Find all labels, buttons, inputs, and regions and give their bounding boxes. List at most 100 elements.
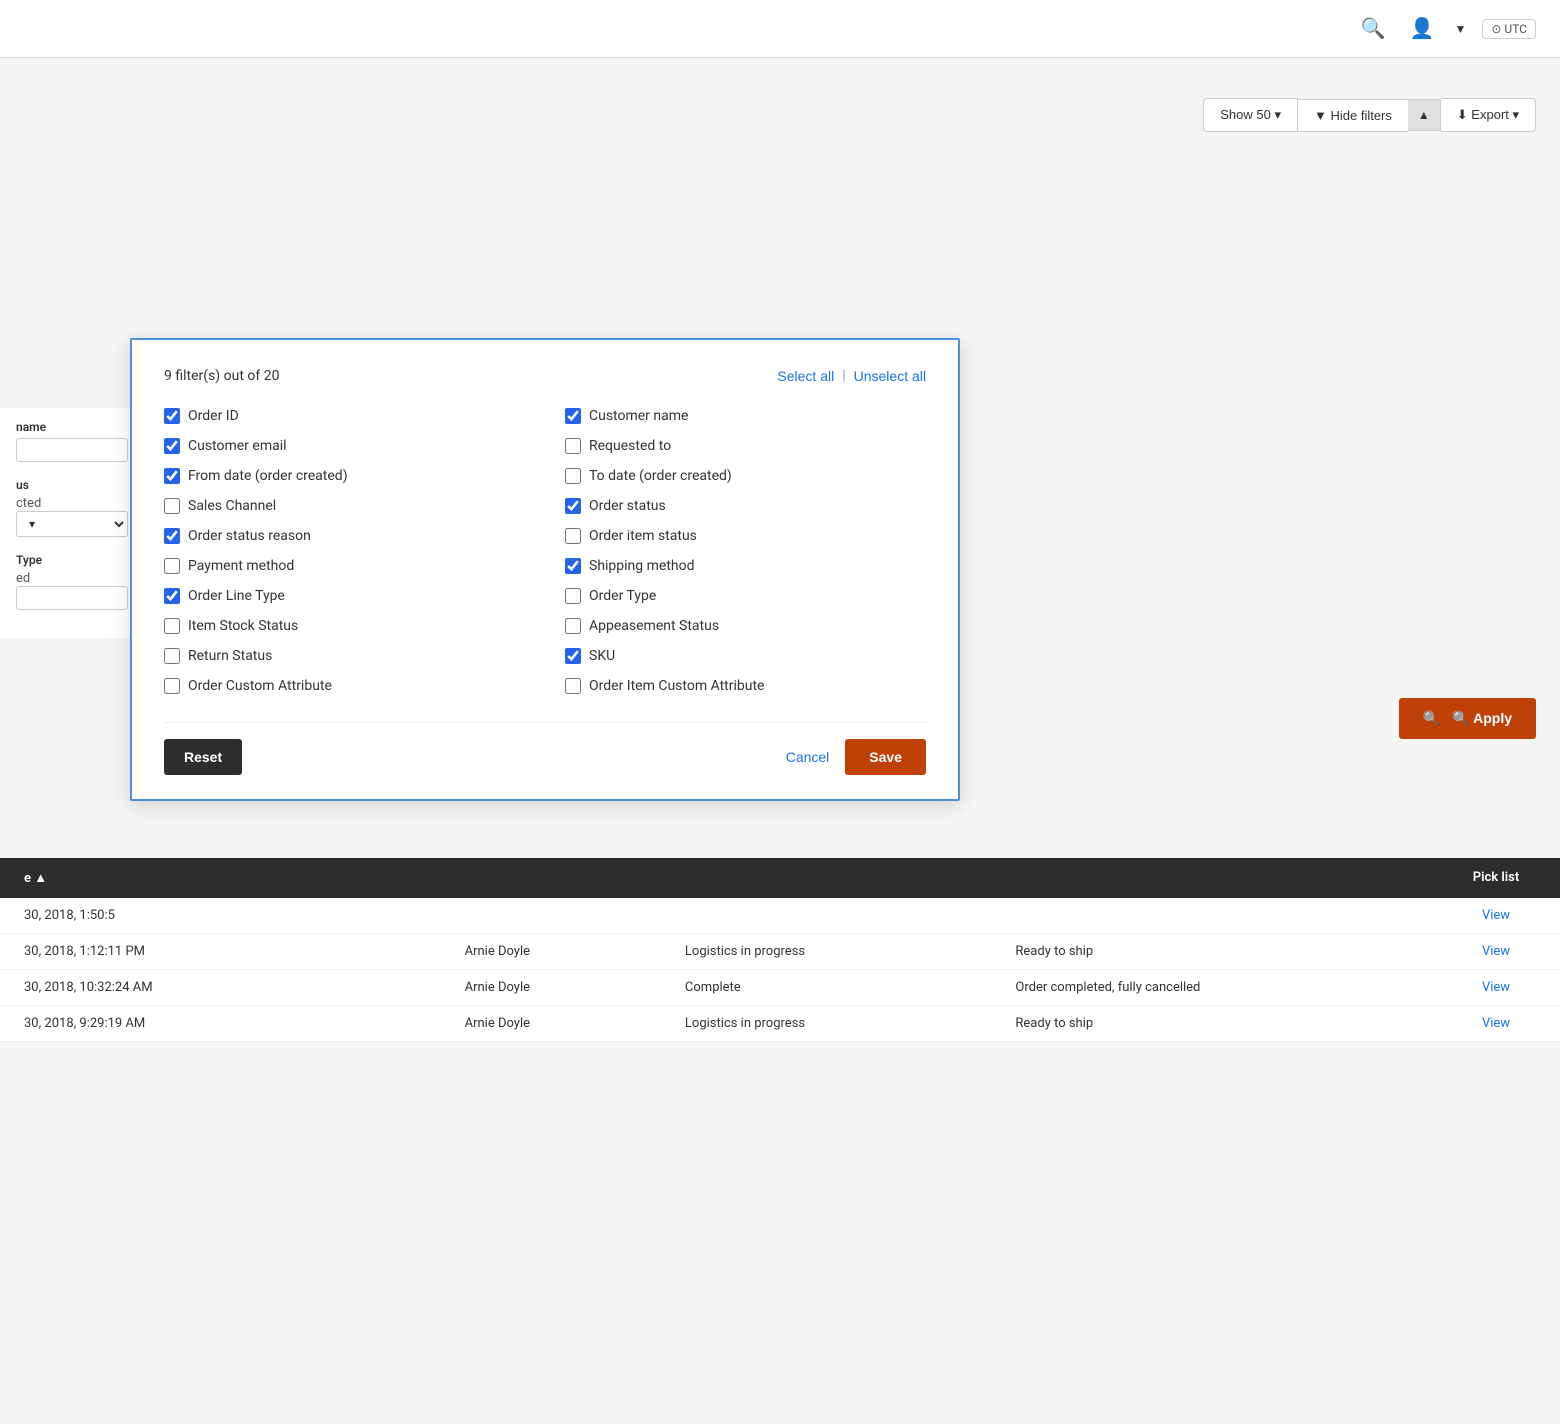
view-link-1[interactable]: View [1456,908,1536,923]
col-picklist: Pick list [1456,870,1536,886]
filter-shipping-method[interactable]: Shipping method [565,558,926,574]
label-item-stock-status: Item Stock Status [188,618,298,634]
checkbox-payment-method[interactable] [164,558,180,574]
label-sales-channel: Sales Channel [188,498,276,514]
filter-to-date[interactable]: To date (order created) [565,468,926,484]
checkbox-order-custom-attribute[interactable] [164,678,180,694]
left-panel: name us cted ▾ Type ed [0,408,145,638]
cell-ship-1 [1015,908,1456,923]
search-icon-apply: 🔍 [1423,710,1440,727]
filter-order-item-status[interactable]: Order item status [565,528,926,544]
checkbox-sku[interactable] [565,648,581,664]
modal-header-actions: Select all | Unselect all [777,368,926,384]
user-dropdown-icon[interactable]: ▼ [1454,22,1466,36]
user-icon[interactable]: 👤 [1406,12,1439,45]
label-from-date: From date (order created) [188,468,348,484]
modal-header: 9 filter(s) out of 20 Select all | Unsel… [164,368,926,384]
checkbox-customer-email[interactable] [164,438,180,454]
checkbox-to-date[interactable] [565,468,581,484]
utc-label: ⊙ UTC [1491,22,1527,36]
type-input[interactable] [16,586,128,610]
cell-ship-2: Ready to ship [1015,944,1456,959]
filter-order-status[interactable]: Order status [565,498,926,514]
type-value: ed [16,571,128,586]
filter-sales-channel[interactable]: Sales Channel [164,498,525,514]
filter-return-status[interactable]: Return Status [164,648,525,664]
cell-name-1 [465,908,685,923]
filter-customer-email[interactable]: Customer email [164,438,525,454]
label-order-line-type: Order Line Type [188,588,285,604]
filter-modal: 9 filter(s) out of 20 Select all | Unsel… [130,338,960,801]
checkbox-grid: Order ID Customer name Customer email Re… [164,408,926,694]
checkbox-appeasement-status[interactable] [565,618,581,634]
type-field: Type ed [16,553,128,610]
col-name [465,870,685,886]
label-shipping-method: Shipping method [589,558,695,574]
label-sku: SKU [589,648,615,664]
cell-status-1 [685,908,1015,923]
filter-payment-method[interactable]: Payment method [164,558,525,574]
filter-from-date[interactable]: From date (order created) [164,468,525,484]
table-row: 30, 2018, 9:29:19 AM Arnie Doyle Logisti… [0,1006,1560,1042]
status-select[interactable]: ▾ [16,511,128,537]
checkbox-return-status[interactable] [164,648,180,664]
label-order-item-status: Order item status [589,528,697,544]
checkbox-order-type[interactable] [565,588,581,604]
cell-name-3: Arnie Doyle [465,980,685,995]
checkbox-order-line-type[interactable] [164,588,180,604]
cell-ship-3: Order completed, fully cancelled [1015,980,1456,995]
view-link-4[interactable]: View [1456,1016,1536,1031]
checkbox-requested-to[interactable] [565,438,581,454]
top-bar-icons: 🔍 👤 ▼ [1357,12,1467,45]
filter-appeasement-status[interactable]: Appeasement Status [565,618,926,634]
label-return-status: Return Status [188,648,272,664]
select-all-button[interactable]: Select all [777,368,834,384]
table-row: 30, 2018, 1:50:5 View [0,898,1560,934]
name-input[interactable] [16,438,128,462]
view-link-2[interactable]: View [1456,944,1536,959]
reset-button[interactable]: Reset [164,739,242,775]
view-link-3[interactable]: View [1456,980,1536,995]
checkbox-customer-name[interactable] [565,408,581,424]
cancel-button[interactable]: Cancel [786,749,830,765]
checkbox-item-stock-status[interactable] [164,618,180,634]
modal-footer: Reset Cancel Save [164,722,926,775]
cell-ship-4: Ready to ship [1015,1016,1456,1031]
label-appeasement-status: Appeasement Status [589,618,719,634]
checkbox-order-status-reason[interactable] [164,528,180,544]
checkbox-order-id[interactable] [164,408,180,424]
filter-sku[interactable]: SKU [565,648,926,664]
top-bar: 🔍 👤 ▼ ⊙ UTC [0,0,1560,58]
status-label: us [16,478,128,492]
search-icon[interactable]: 🔍 [1357,12,1390,45]
col-status [685,870,1015,886]
filter-requested-to[interactable]: Requested to [565,438,926,454]
label-order-type: Order Type [589,588,656,604]
export-button[interactable]: ⬇ Export ▾ [1441,98,1536,132]
save-button[interactable]: Save [845,739,926,775]
checkbox-order-item-custom-attribute[interactable] [565,678,581,694]
show-50-button[interactable]: Show 50 ▾ [1203,98,1298,132]
filter-order-type[interactable]: Order Type [565,588,926,604]
filter-order-item-custom-attribute[interactable]: Order Item Custom Attribute [565,678,926,694]
label-customer-email: Customer email [188,438,287,454]
checkbox-order-item-status[interactable] [565,528,581,544]
unselect-all-button[interactable]: Unselect all [854,368,926,384]
checkbox-sales-channel[interactable] [164,498,180,514]
hide-filters-button[interactable]: ▼ Hide filters [1298,99,1408,132]
filter-order-custom-attribute[interactable]: Order Custom Attribute [164,678,525,694]
collapse-icon[interactable]: ▲ [1408,99,1441,131]
filter-order-status-reason[interactable]: Order status reason [164,528,525,544]
label-customer-name: Customer name [589,408,688,424]
checkbox-shipping-method[interactable] [565,558,581,574]
filter-order-id[interactable]: Order ID [164,408,525,424]
filter-customer-name[interactable]: Customer name [565,408,926,424]
apply-button[interactable]: 🔍 🔍 Apply [1399,698,1536,739]
checkbox-from-date[interactable] [164,468,180,484]
label-order-status: Order status [589,498,666,514]
checkbox-order-status[interactable] [565,498,581,514]
filter-item-stock-status[interactable]: Item Stock Status [164,618,525,634]
cell-status-2: Logistics in progress [685,944,1015,959]
filter-order-line-type[interactable]: Order Line Type [164,588,525,604]
toolbar-row: Show 50 ▾ ▼ Hide filters ▲ ⬇ Export ▾ [24,98,1536,132]
